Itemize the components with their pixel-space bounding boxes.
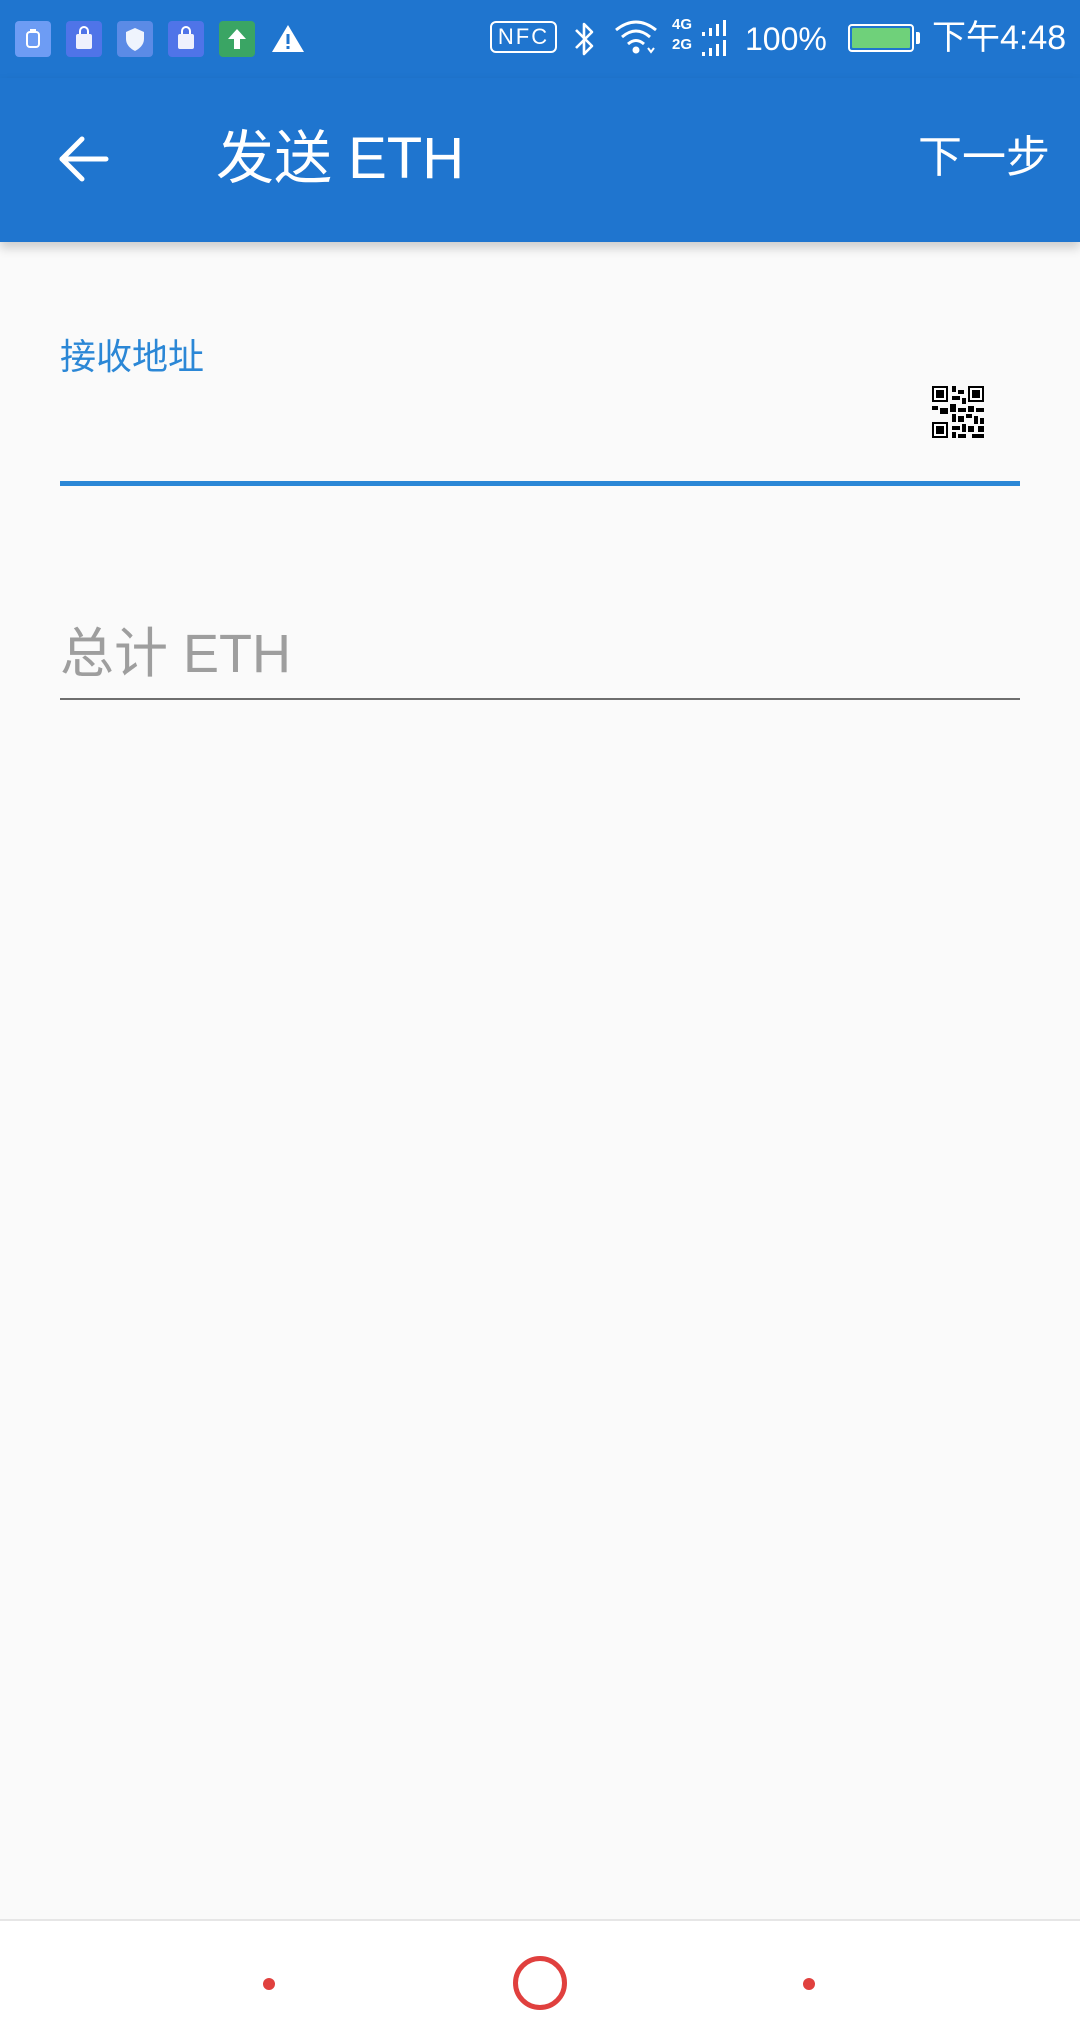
qr-scan-button[interactable] xyxy=(932,386,984,438)
nav-home-button[interactable] xyxy=(513,1956,567,2010)
back-button[interactable] xyxy=(46,121,122,197)
shield-icon xyxy=(117,21,153,57)
shopping-bag-icon xyxy=(66,21,102,57)
battery-level xyxy=(852,28,910,48)
bluetooth-icon xyxy=(575,22,594,56)
arrow-left-icon xyxy=(59,136,109,182)
battery-icon xyxy=(848,24,914,52)
usb-icon xyxy=(15,21,51,57)
nfc-indicator: NFC xyxy=(490,21,557,53)
upload-icon xyxy=(219,21,255,57)
app-bar: 发送 ETH 下一步 xyxy=(0,78,1080,242)
status-time: 下午4:48 xyxy=(932,19,1067,57)
network-type: 4G 2G xyxy=(672,16,693,53)
address-label: 接收地址 xyxy=(60,336,205,377)
shopping-bag-icon xyxy=(168,21,204,57)
signal-icon xyxy=(702,20,726,56)
address-underline xyxy=(60,481,1020,486)
amount-underline xyxy=(60,698,1020,700)
battery-percentage: 100% xyxy=(745,21,827,57)
nav-back-button[interactable] xyxy=(263,1978,275,1990)
status-bar: NFC 4G 2G 100% 下午4:48 xyxy=(0,0,1080,78)
nav-recents-button[interactable] xyxy=(803,1978,815,1990)
navigation-bar xyxy=(0,1919,1080,2040)
amount-input[interactable] xyxy=(60,614,1020,694)
battery-tip xyxy=(916,32,920,44)
qr-code-icon xyxy=(932,386,984,438)
page-title: 发送 ETH xyxy=(216,126,465,191)
warning-icon xyxy=(270,21,306,57)
address-input[interactable] xyxy=(60,386,920,476)
next-button[interactable]: 下一步 xyxy=(910,128,1050,188)
wifi-icon xyxy=(615,20,657,54)
